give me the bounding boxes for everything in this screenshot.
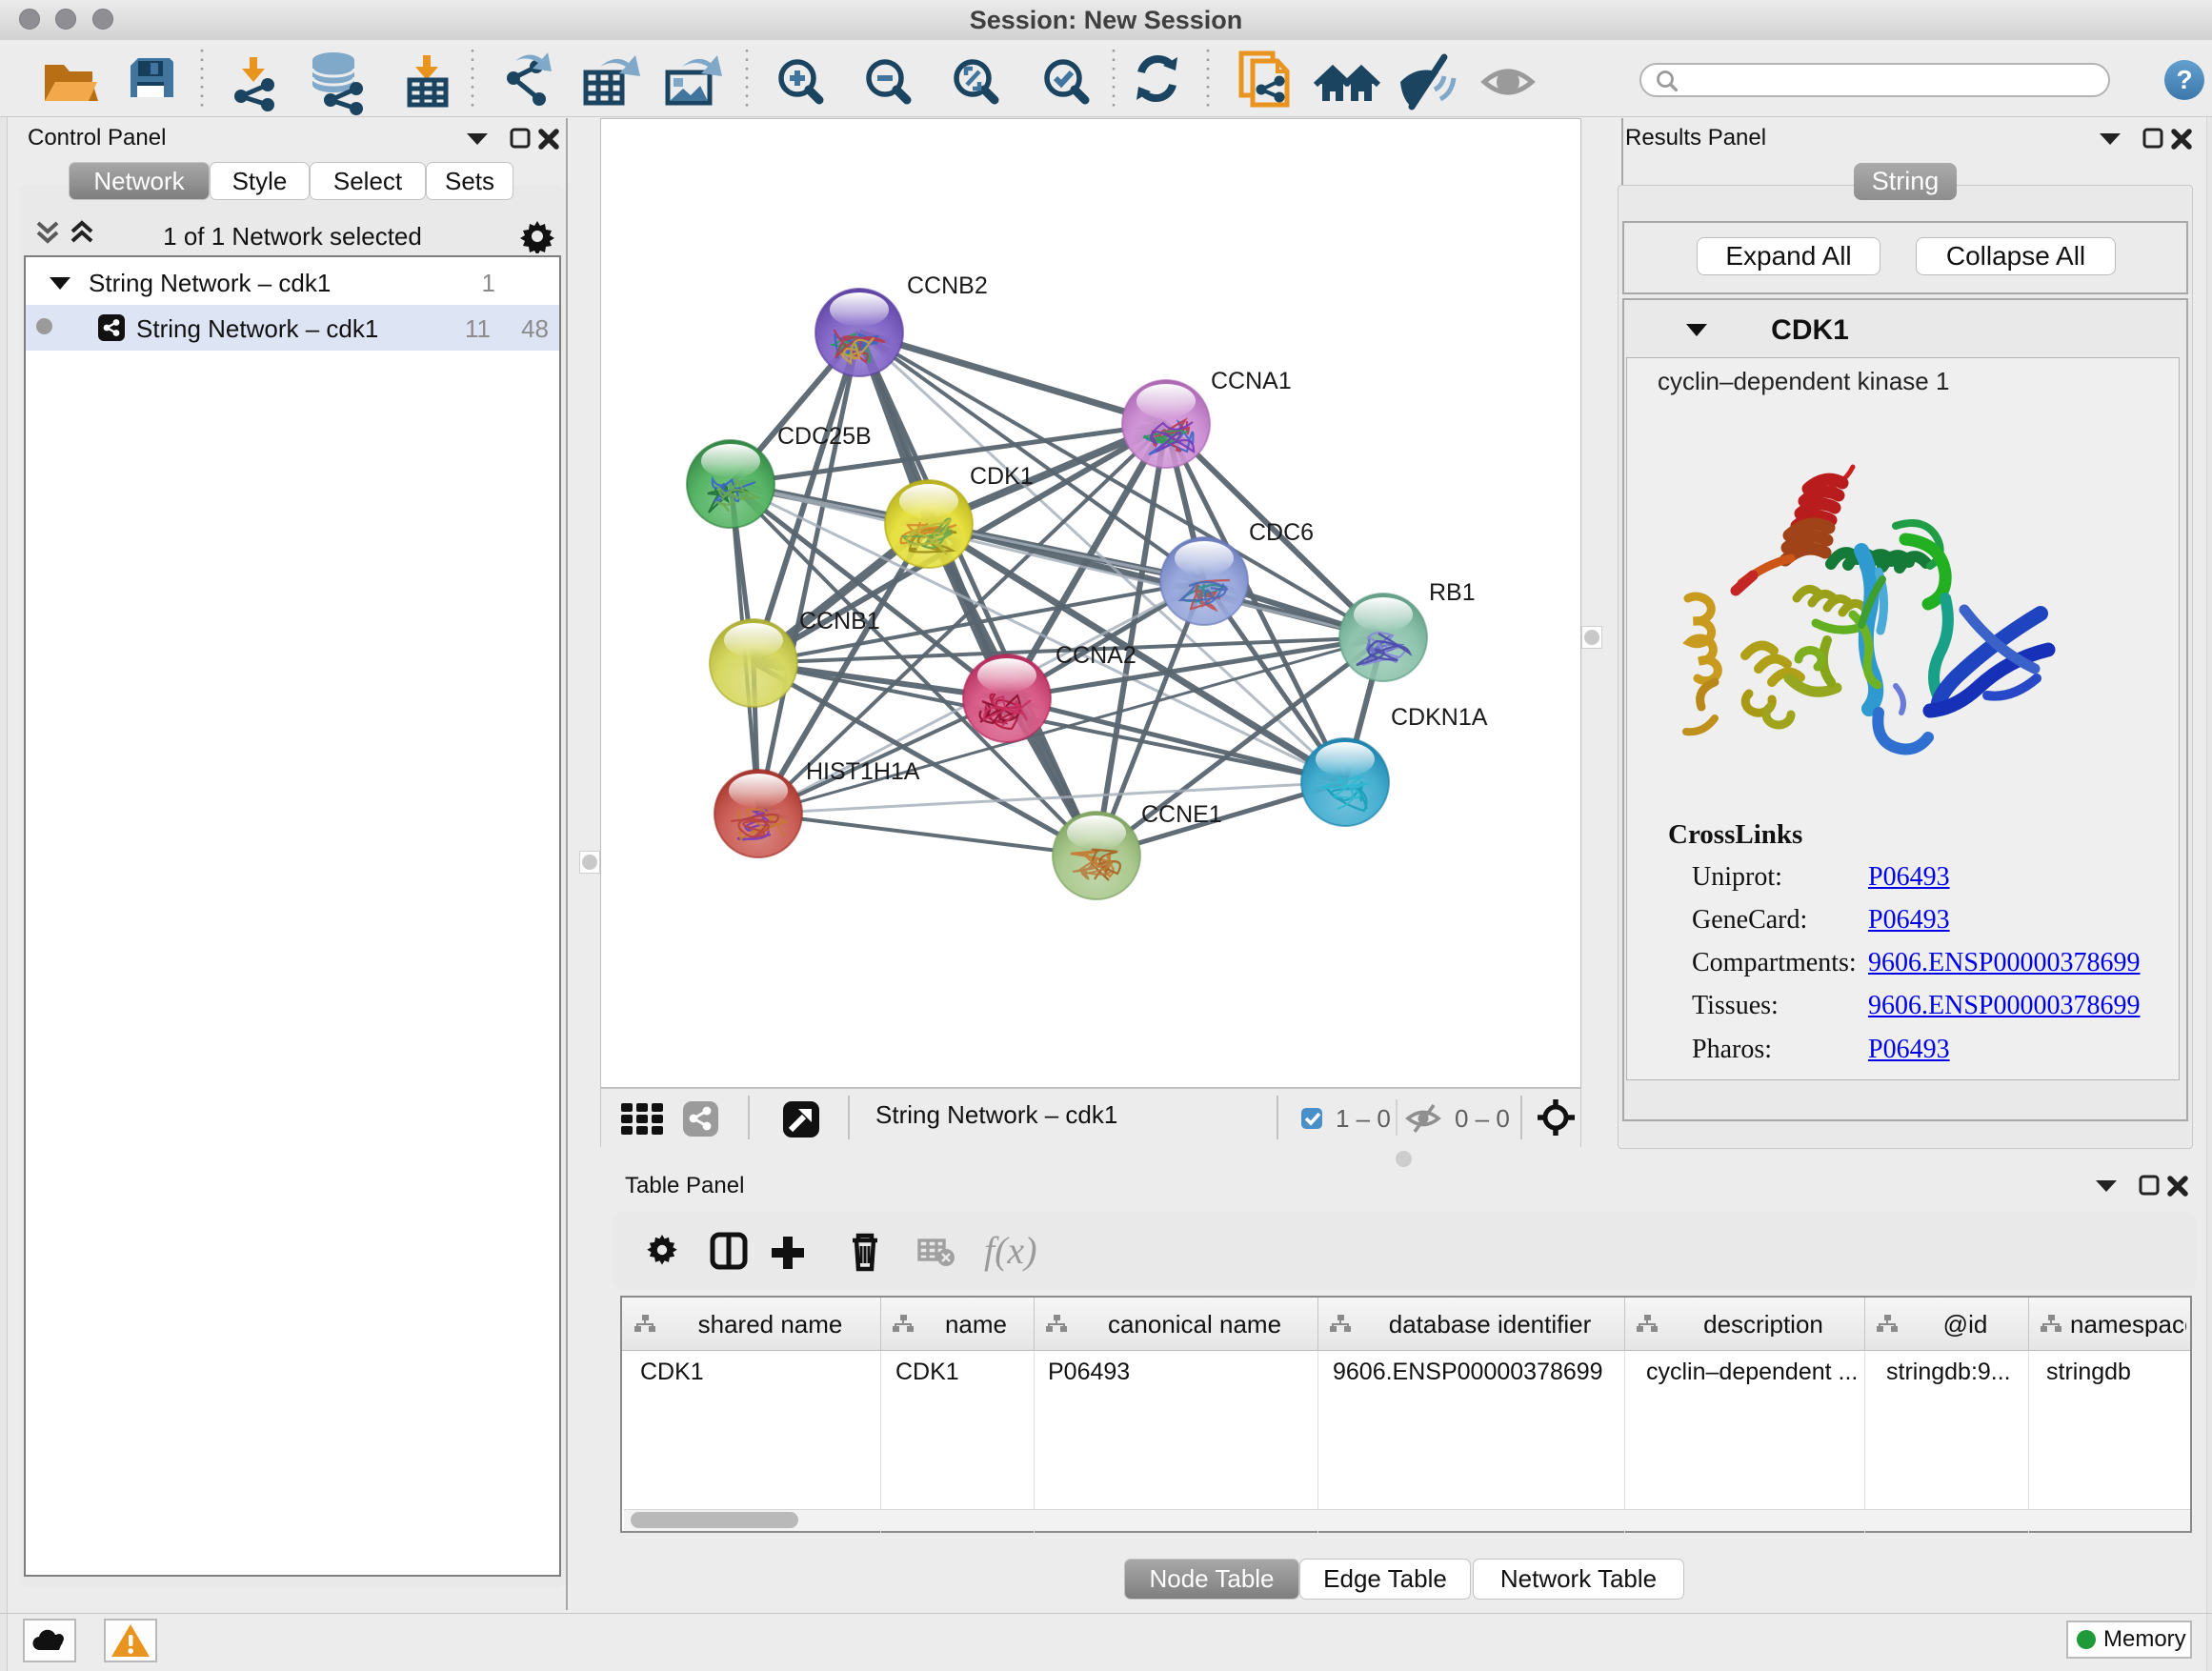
- svg-text:CDK1: CDK1: [970, 463, 1034, 490]
- svg-text:CCNB1: CCNB1: [799, 608, 880, 634]
- svg-text:CDC25B: CDC25B: [777, 423, 872, 450]
- svg-text:CCNA2: CCNA2: [1056, 642, 1136, 669]
- svg-text:CCNB2: CCNB2: [907, 272, 988, 299]
- svg-text:HIST1H1A: HIST1H1A: [806, 758, 920, 785]
- svg-text:CCNE1: CCNE1: [1141, 801, 1222, 828]
- svg-text:CDKN1A: CDKN1A: [1391, 704, 1488, 731]
- svg-text:0 – 0: 0 – 0: [1455, 1104, 1510, 1133]
- svg-text:RB1: RB1: [1429, 579, 1476, 606]
- svg-text:f(x): f(x): [984, 1229, 1037, 1272]
- svg-text:1 – 0: 1 – 0: [1336, 1104, 1391, 1133]
- svg-text:CCNA1: CCNA1: [1211, 368, 1292, 394]
- svg-text:CDC6: CDC6: [1249, 519, 1314, 546]
